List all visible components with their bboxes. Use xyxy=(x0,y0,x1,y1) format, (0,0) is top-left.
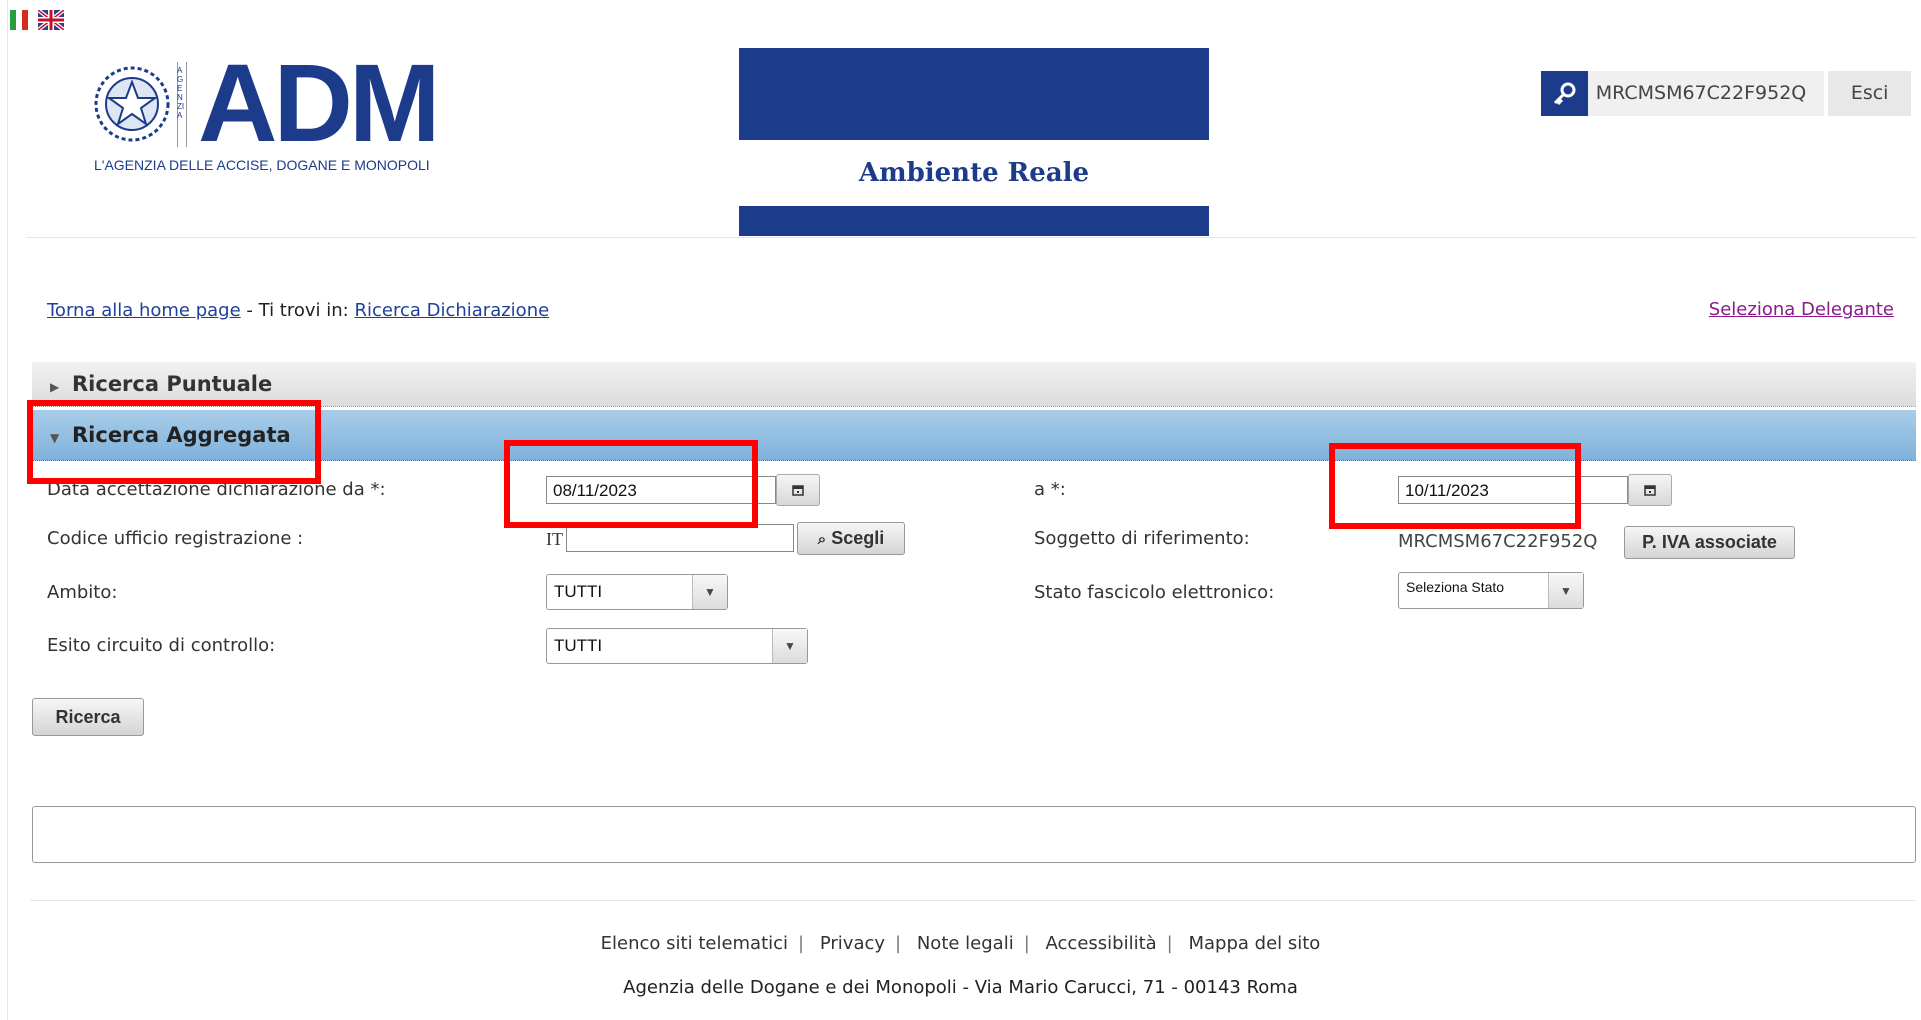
ricerca-button[interactable]: Ricerca xyxy=(32,698,144,736)
highlight-box xyxy=(504,440,758,528)
footer-links: Elenco siti telematici | Privacy | Note le… xyxy=(600,933,1321,954)
chevron-down-icon: ▼ xyxy=(692,575,727,609)
logo-subtitle: L'AGENZIA DELLE ACCISE, DOGANE E MONOPOL… xyxy=(94,157,430,173)
highlight-box xyxy=(1329,443,1581,529)
environment-label: Ambiente Reale xyxy=(739,140,1209,206)
breadcrumb-separator: - Ti trovi in: xyxy=(246,300,349,321)
italian-flag-icon[interactable] xyxy=(10,10,28,30)
date-to-label: a *: xyxy=(1034,479,1066,500)
codice-ufficio-label: Codice ufficio registrazione : xyxy=(47,528,304,549)
environment-banner-top xyxy=(739,48,1209,140)
logo-divider: AGENZIA xyxy=(177,62,187,147)
footer-link[interactable]: Elenco siti telematici xyxy=(601,933,788,954)
left-border-line xyxy=(7,0,8,1020)
key-icon[interactable] xyxy=(1541,71,1588,116)
accordion-title: Ricerca Puntuale xyxy=(72,372,273,396)
stato-label: Stato fascicolo elettronico: xyxy=(1034,582,1275,603)
home-link[interactable]: Torna alla home page xyxy=(47,300,241,321)
footer-link[interactable]: Accessibilità xyxy=(1046,933,1157,954)
logout-button[interactable]: Esci xyxy=(1828,71,1911,116)
ambito-label: Ambito: xyxy=(47,582,118,603)
breadcrumb: Torna alla home page - Ti trovi in: Rice… xyxy=(47,299,549,323)
footer-link[interactable]: Privacy xyxy=(820,933,885,954)
calendar-icon[interactable] xyxy=(1628,474,1672,506)
esito-value: TUTTI xyxy=(554,636,603,655)
results-panel xyxy=(32,806,1916,863)
soggetto-value: MRCMSM67C22F952Q xyxy=(1398,531,1598,552)
user-code: MRCMSM67C22F952Q xyxy=(1587,71,1825,116)
footer-address: Agenzia delle Dogane e dei Monopoli - Vi… xyxy=(623,977,1298,998)
chevron-down-icon: ▼ xyxy=(1548,573,1583,608)
current-page-link[interactable]: Ricerca Dichiarazione xyxy=(354,300,549,321)
ambito-select[interactable]: TUTTI ▼ xyxy=(546,574,728,610)
codice-ufficio-input[interactable] xyxy=(566,524,794,552)
logo-title: ADM xyxy=(198,42,441,165)
user-box: MRCMSM67C22F952Q Esci xyxy=(1541,71,1911,116)
scegli-label: Scegli xyxy=(831,528,885,548)
search-icon: ⌕ xyxy=(817,531,827,548)
uk-flag-icon[interactable] xyxy=(38,10,64,30)
highlight-box xyxy=(27,400,321,484)
codice-ufficio-prefix: IT xyxy=(546,529,563,549)
chevron-down-icon: ▼ xyxy=(772,629,807,663)
piva-associate-button[interactable]: P. IVA associate xyxy=(1624,526,1795,559)
scegli-button[interactable]: ⌕ Scegli xyxy=(797,522,905,555)
header-separator xyxy=(26,237,1916,238)
footer-link[interactable]: Note legali xyxy=(917,933,1014,954)
esito-select[interactable]: TUTTI ▼ xyxy=(546,628,808,664)
ambito-value: TUTTI xyxy=(554,582,603,601)
seleziona-delegante-link[interactable]: Seleziona Delegante xyxy=(1709,298,1894,322)
stato-select[interactable]: Seleziona Stato ▼ xyxy=(1398,572,1584,609)
soggetto-label: Soggetto di riferimento: xyxy=(1034,528,1250,549)
calendar-icon[interactable] xyxy=(776,474,820,506)
esito-label: Esito circuito di controllo: xyxy=(47,635,276,656)
footer-separator xyxy=(30,900,1916,901)
stato-value: Seleziona Stato xyxy=(1406,579,1505,595)
republic-emblem-icon xyxy=(92,62,172,146)
environment-banner-bottom xyxy=(739,206,1209,236)
footer-link[interactable]: Mappa del sito xyxy=(1188,933,1320,954)
